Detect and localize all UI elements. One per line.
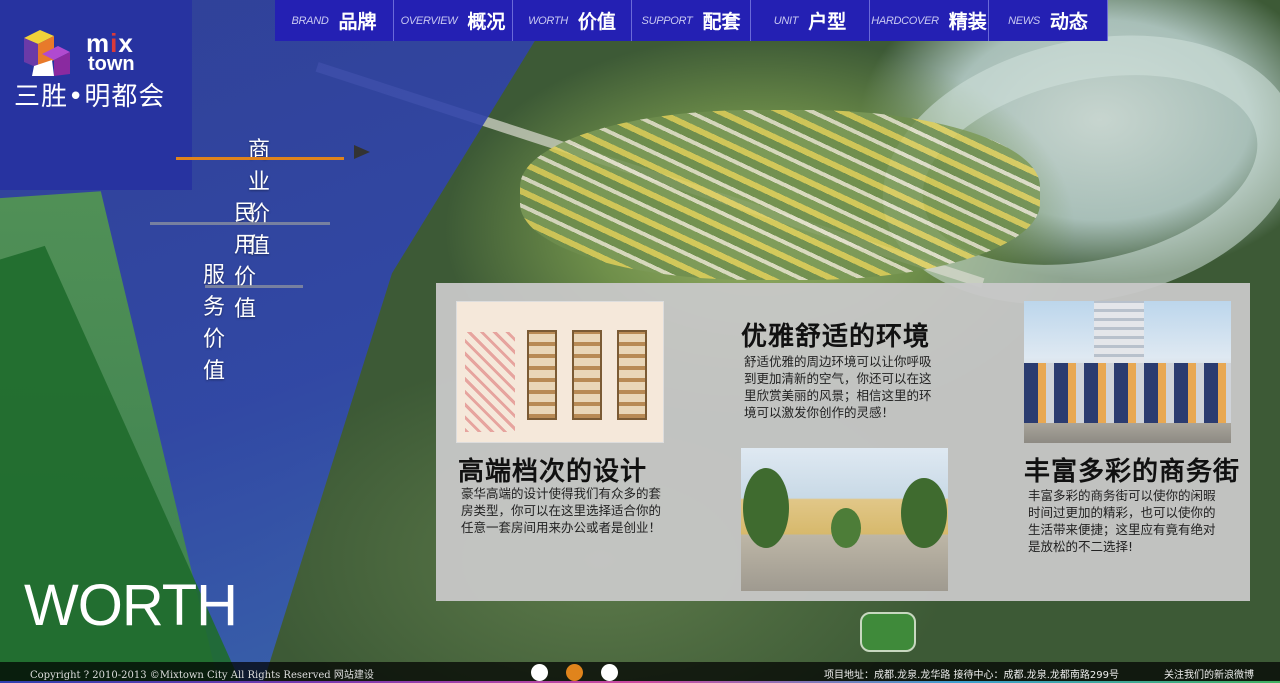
nav-item-unit[interactable]: UNIT 户型: [751, 0, 870, 41]
nav-item-zh-label: 品牌: [338, 11, 377, 33]
nav-item-en-label: WORTH: [528, 14, 568, 27]
worth-content-panel: 高端档次的设计 豪华高端的设计使得我们有众多的套房类型，你可以在这里选择适合你的…: [436, 283, 1250, 601]
side-menu-underline: [150, 222, 330, 225]
floor-plan: [617, 330, 647, 420]
arrow-right-icon: [354, 145, 370, 159]
nav-item-en-label: UNIT: [773, 14, 799, 27]
copyright-text: Copyright ? 2010-2013 ©Mixtown City All …: [30, 670, 374, 681]
nav-item-en-label: OVERVIEW: [400, 14, 458, 27]
nav-item-support[interactable]: SUPPORT 配套: [632, 0, 751, 41]
site-logo[interactable]: mix town 三胜•明都会: [14, 20, 174, 112]
nav-item-zh-label: 概况: [467, 11, 506, 33]
nav-item-hardcover[interactable]: HARDCOVER 精装: [870, 0, 989, 41]
nav-item-en-label: SUPPORT: [641, 14, 693, 27]
nav-item-worth[interactable]: WORTH 价值: [513, 0, 632, 41]
side-menu-item-service[interactable]: 服务价值: [203, 257, 225, 385]
slider-dot-1[interactable]: [531, 664, 548, 681]
nav-item-zh-label: 价值: [577, 11, 616, 33]
side-menu-underline: [205, 285, 303, 288]
plaza-image: [741, 448, 948, 591]
nav-item-brand[interactable]: BRAND 品牌: [275, 0, 394, 41]
side-menu-active-underline: [176, 157, 344, 160]
tree: [831, 508, 861, 548]
top-navigation: BRAND 品牌 OVERVIEW 概况 WORTH 价值 SUPPORT 配套 UNI…: [275, 0, 1108, 41]
floor-plan: [527, 330, 557, 420]
logo-town-text: town: [88, 53, 135, 75]
design-description: 豪华高端的设计使得我们有众多的套房类型，你可以在这里选择适合你的任意一套房间用来…: [461, 486, 662, 535]
nav-item-overview[interactable]: OVERVIEW 概况: [394, 0, 513, 41]
tree: [743, 468, 789, 548]
slider-pagination: [531, 664, 618, 681]
nav-item-zh-label: 配套: [702, 11, 741, 33]
design-title: 高端档次的设计: [458, 457, 648, 487]
town-buildings: [520, 110, 1040, 280]
section-title: WORTH: [24, 573, 238, 638]
shops: [1024, 363, 1231, 423]
slider-dot-3[interactable]: [601, 664, 618, 681]
site-plan: [465, 332, 515, 432]
nav-item-zh-label: 户型: [808, 11, 847, 33]
sports-field: [860, 612, 916, 652]
nav-item-zh-label: 精装: [948, 11, 987, 33]
address-text: 项目地址：成都.龙泉.龙华路 接待中心：成都.龙泉.龙都南路299号: [824, 670, 1119, 681]
nav-item-en-label: NEWS: [1008, 14, 1040, 27]
shopping-street-image: [1024, 301, 1231, 443]
cube-logo-icon: [24, 30, 70, 76]
environment-description: 舒适优雅的周边环境可以让你呼吸到更加清新的空气，你还可以在这里欣赏美丽的风景；相…: [744, 354, 932, 420]
tree: [901, 478, 947, 548]
floor-plan: [572, 330, 602, 420]
side-menu-item-residential[interactable]: 民用价值: [234, 195, 256, 323]
street-title: 丰富多彩的商务街: [1024, 457, 1241, 487]
nav-item-news[interactable]: NEWS 动态: [989, 0, 1108, 41]
street-description: 丰富多彩的商务街可以使你的闲暇时间过更加的精彩，也可以使你的生活带来便捷；这里应…: [1028, 488, 1216, 554]
floor-plan-image: [456, 301, 664, 443]
logo-chinese-name: 三胜•明都会: [14, 82, 166, 112]
nav-item-en-label: BRAND: [291, 14, 329, 27]
slider-dot-2[interactable]: [566, 664, 583, 681]
footer: Copyright ? 2010-2013 ©Mixtown City All …: [0, 662, 1280, 683]
nav-item-en-label: HARDCOVER: [871, 14, 939, 27]
environment-title: 优雅舒适的环境: [741, 322, 931, 352]
nav-item-zh-label: 动态: [1049, 11, 1088, 33]
weibo-follow-link[interactable]: 关注我们的新浪微博: [1164, 666, 1254, 681]
